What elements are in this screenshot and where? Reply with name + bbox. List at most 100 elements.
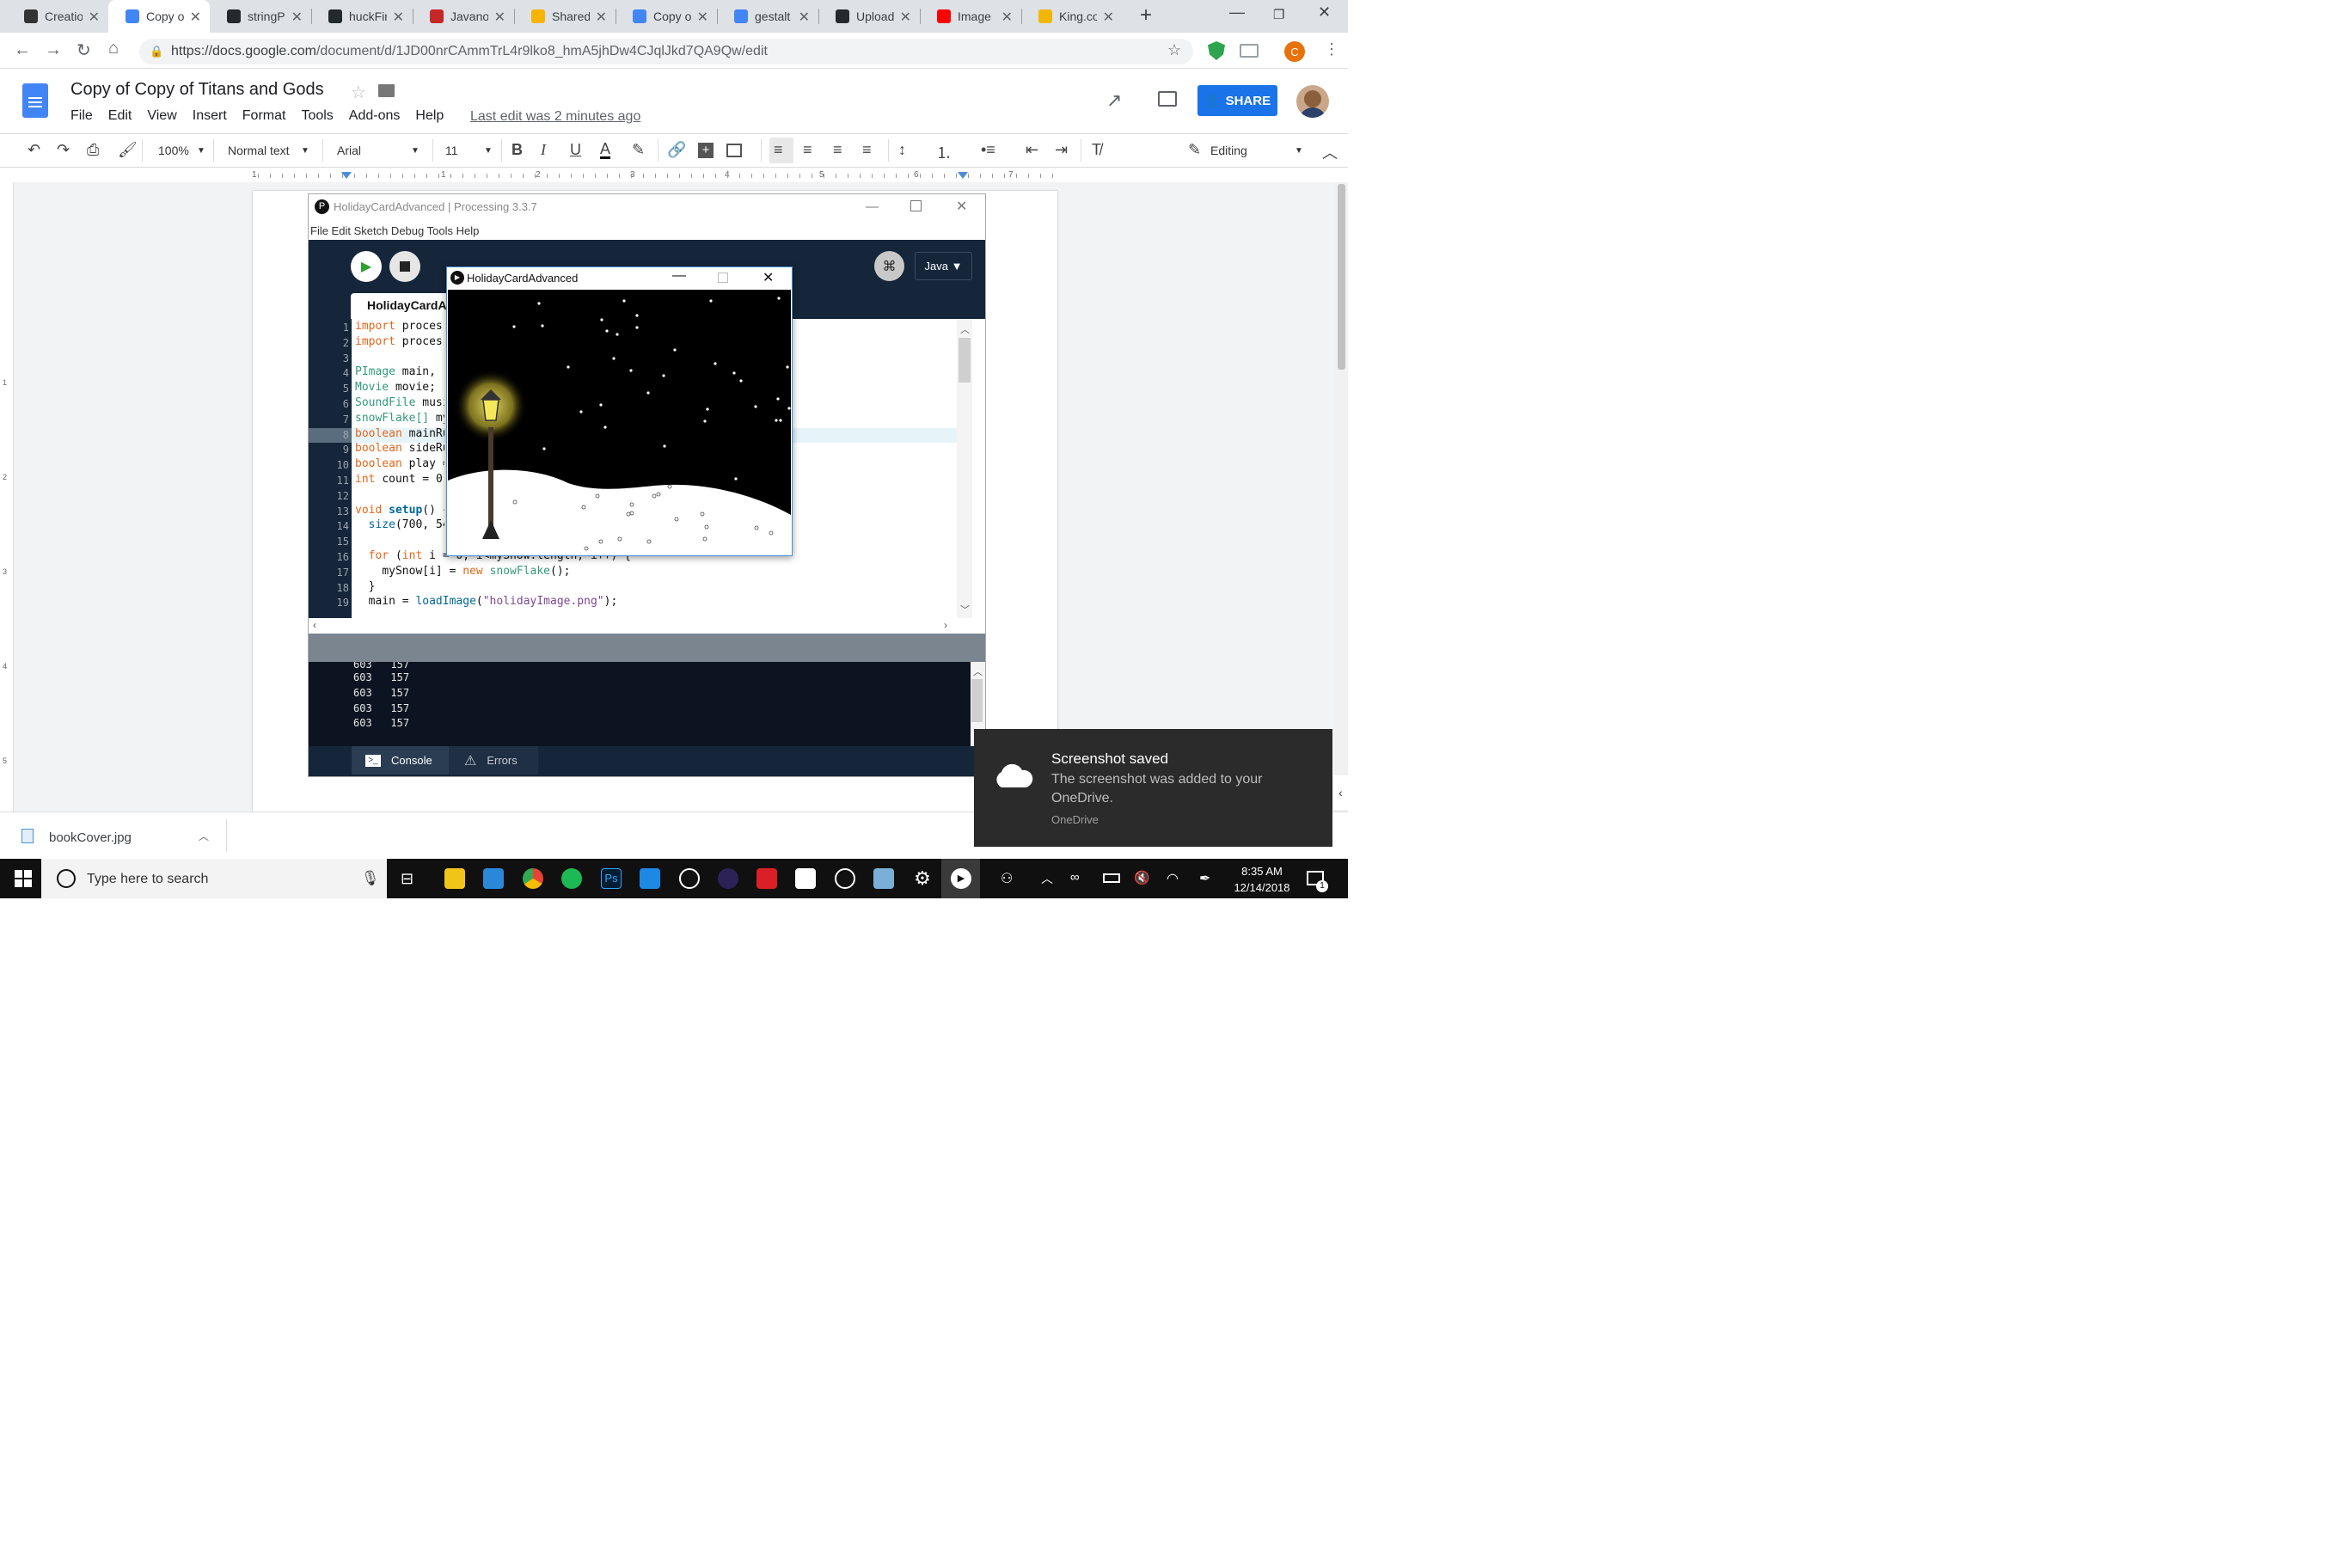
code-line[interactable]: import proces: [355, 335, 443, 348]
code-line[interactable]: Movie movie;: [355, 381, 436, 394]
microphone-icon[interactable]: 🎙: [361, 870, 380, 887]
spotify-icon[interactable]: [561, 868, 582, 889]
document-title[interactable]: Copy of Copy of Titans and Gods: [70, 80, 324, 100]
menu-help[interactable]: Help: [415, 108, 444, 124]
people-icon[interactable]: ⚇: [1001, 870, 1013, 887]
browser-tab[interactable]: Image ✕: [920, 0, 1021, 33]
close-tab-icon[interactable]: ✕: [1001, 9, 1013, 26]
console-scrollbar-thumb[interactable]: [971, 679, 983, 722]
sketch-tab[interactable]: HolidayCardAdvanced: [351, 293, 454, 319]
last-edit-link[interactable]: Last edit was 2 minutes ago: [470, 109, 640, 125]
sketch-canvas[interactable]: [448, 290, 791, 554]
browser-tab[interactable]: gestalt ✕: [717, 0, 818, 33]
menu-format[interactable]: Format: [242, 108, 286, 124]
editor-scrollbar-thumb[interactable]: [959, 338, 971, 383]
photos-icon[interactable]: [795, 868, 816, 889]
paint-format-icon[interactable]: 🖌: [118, 141, 138, 159]
battery-icon[interactable]: [1103, 873, 1120, 883]
browser-tab[interactable]: Copy o ✕: [616, 0, 717, 33]
link-icon[interactable]: 🔗: [667, 141, 686, 159]
debugger-button[interactable]: ⌘: [874, 251, 904, 281]
minimize-icon[interactable]: —: [672, 268, 686, 284]
insert-image-icon[interactable]: [726, 144, 742, 157]
font-size-select[interactable]: 11: [445, 144, 458, 157]
align-right-icon[interactable]: ≡: [833, 141, 842, 159]
comments-icon[interactable]: [1158, 91, 1177, 107]
collapse-menus-icon[interactable]: ︿: [1322, 141, 1338, 163]
print-icon[interactable]: ⎙: [87, 141, 99, 159]
account-avatar[interactable]: [1296, 85, 1329, 118]
processing-menu-bar[interactable]: File Edit Sketch Debug Tools Help: [310, 224, 479, 237]
close-tab-icon[interactable]: ✕: [89, 9, 100, 26]
profile-avatar[interactable]: C: [1284, 41, 1305, 62]
minimize-window-button[interactable]: —: [1229, 3, 1245, 21]
photoshop-icon[interactable]: Ps: [601, 868, 622, 889]
extension-icon[interactable]: [1240, 44, 1259, 58]
creative-cloud-icon[interactable]: [756, 868, 777, 889]
run-button[interactable]: ▶: [351, 251, 382, 282]
chrome-menu-icon[interactable]: ⋮: [1324, 40, 1339, 58]
eclipse-icon[interactable]: [718, 868, 738, 889]
browser-tab[interactable]: Creatio ✕: [7, 0, 108, 33]
console-tab[interactable]: >_ Console: [352, 746, 449, 775]
code-line[interactable]: }: [355, 580, 376, 593]
forward-arrow-icon[interactable]: →: [45, 40, 62, 60]
menu-file[interactable]: File: [70, 108, 93, 124]
scroll-left-icon[interactable]: ‹: [313, 619, 316, 631]
menu-tools[interactable]: Tools: [301, 108, 333, 124]
share-button[interactable]: 👤 SHARE: [1197, 85, 1277, 116]
browser-tab[interactable]: Upload ✕: [818, 0, 920, 33]
close-tab-icon[interactable]: ✕: [1103, 9, 1114, 26]
code-line[interactable]: SoundFile musi: [355, 396, 444, 409]
reload-icon[interactable]: ↻: [77, 40, 91, 61]
zoom-select[interactable]: 100%: [158, 144, 189, 157]
menu-view[interactable]: View: [147, 108, 176, 124]
wifi-icon[interactable]: ◠: [1167, 870, 1179, 887]
restore-window-button[interactable]: ❐: [1273, 7, 1284, 22]
show-hidden-icons[interactable]: ︿: [1041, 870, 1053, 887]
google-docs-logo-icon[interactable]: [22, 83, 48, 118]
close-tab-icon[interactable]: ✕: [697, 9, 708, 26]
scroll-up-icon[interactable]: ︿: [960, 322, 970, 336]
font-select[interactable]: Arial: [337, 144, 361, 157]
browser-tab[interactable]: huckFir ✕: [311, 0, 413, 33]
menu-addons[interactable]: Add-ons: [349, 108, 401, 124]
volume-muted-icon[interactable]: 🔇: [1134, 870, 1150, 885]
sketch-app-icon[interactable]: ▶: [951, 868, 971, 889]
align-justify-icon[interactable]: ≡: [862, 141, 872, 159]
close-tab-icon[interactable]: ✕: [799, 9, 810, 26]
code-line[interactable]: snowFlake[] my: [355, 412, 444, 425]
taskbar-clock[interactable]: 8:35 AM 12/14/2018: [1221, 863, 1303, 896]
creative-cloud-tray-icon[interactable]: ∞: [1070, 870, 1080, 885]
minimize-icon[interactable]: —: [866, 199, 879, 214]
close-icon[interactable]: ✕: [763, 269, 774, 286]
new-tab-button[interactable]: +: [1140, 3, 1152, 28]
scroll-up-icon[interactable]: ︿: [973, 665, 983, 678]
code-line[interactable]: size(700, 54: [355, 518, 444, 531]
settings-gear-icon[interactable]: ⚙: [912, 868, 933, 889]
menu-edit[interactable]: Edit: [108, 108, 132, 124]
code-line[interactable]: mySnow[i] = new snowFlake();: [355, 565, 570, 578]
browser-tab[interactable]: King.co ✕: [1021, 0, 1123, 33]
back-arrow-icon[interactable]: ←: [14, 40, 31, 60]
editing-mode-select[interactable]: Editing: [1210, 144, 1247, 157]
code-line[interactable]: boolean sideRu: [355, 442, 444, 455]
italic-icon[interactable]: I: [541, 141, 546, 159]
url-text[interactable]: https://docs.google.com/document/d/1JD00…: [171, 44, 768, 59]
collapse-side-panel-icon[interactable]: ‹: [1333, 775, 1348, 810]
increase-indent-icon[interactable]: ⇥: [1055, 141, 1068, 159]
close-tab-icon[interactable]: ✕: [291, 9, 303, 26]
editor-console-divider[interactable]: [309, 634, 985, 662]
align-left-icon[interactable]: ≡: [774, 141, 783, 159]
indent-marker[interactable]: [341, 172, 352, 179]
code-line[interactable]: int count = 0: [355, 473, 443, 486]
mode-select[interactable]: Java ▼: [915, 252, 972, 280]
close-tab-icon[interactable]: ✕: [494, 9, 505, 26]
todo-icon[interactable]: [483, 868, 504, 889]
redo-icon[interactable]: ↷: [57, 141, 70, 159]
undo-icon[interactable]: ↶: [28, 141, 40, 159]
task-view-icon[interactable]: ⊟: [401, 870, 413, 888]
code-line[interactable]: PImage main,: [355, 365, 443, 378]
numbered-list-icon[interactable]: ⒈: [936, 141, 952, 163]
document-scrollbar-thumb[interactable]: [1338, 184, 1345, 370]
